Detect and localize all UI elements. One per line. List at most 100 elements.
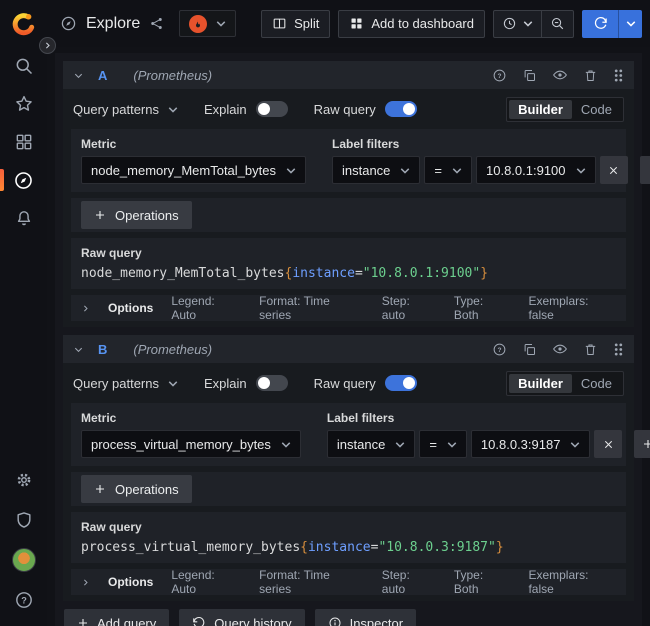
filter-operator-select[interactable]: = <box>424 156 472 184</box>
options-disclosure-chevron[interactable] <box>81 578 90 587</box>
duplicate-query-button[interactable] <box>522 342 537 357</box>
raw-query-section-label: Raw query <box>81 246 616 260</box>
query-patterns-dropdown[interactable]: Query patterns <box>73 102 178 117</box>
query-header-actions: ? <box>492 67 624 83</box>
close-icon <box>603 439 614 450</box>
add-operation-button[interactable]: Operations <box>81 475 192 503</box>
disable-query-button[interactable] <box>552 67 568 83</box>
collapse-chevron-icon[interactable] <box>73 344 84 355</box>
raw-query-toggle[interactable] <box>385 375 417 391</box>
query-row-header[interactable]: B (Prometheus) ? <box>63 335 634 363</box>
query-patterns-label: Query patterns <box>73 102 159 117</box>
query-editor-container: A (Prometheus) ? <box>55 53 642 626</box>
options-collapsed-row[interactable]: Options Legend: Auto Format: Time series… <box>71 295 626 321</box>
sidebar-expand-button[interactable] <box>39 37 56 54</box>
metric-builder-section: Metric node_memory_MemTotal_bytes Label … <box>71 129 626 192</box>
remove-filter-button[interactable] <box>594 430 622 458</box>
inspector-button[interactable]: Inspector <box>315 609 416 626</box>
share-shortlink-button[interactable] <box>149 16 164 31</box>
add-query-label: Add query <box>97 616 156 626</box>
builder-mode-button[interactable]: Builder <box>509 374 572 393</box>
duplicate-query-button[interactable] <box>522 68 537 83</box>
filter-key-select[interactable]: instance <box>332 156 420 184</box>
page-title: Explore <box>86 15 140 33</box>
code-mode-button[interactable]: Code <box>572 100 621 119</box>
sidebar-item-dashboards[interactable] <box>0 123 47 161</box>
add-query-button[interactable]: Add query <box>64 609 169 626</box>
code-metric: process_virtual_memory_bytes <box>81 540 300 555</box>
zoom-out-time-button[interactable] <box>541 11 573 37</box>
filter-operator-value: = <box>434 163 442 178</box>
sidebar-item-search[interactable] <box>0 47 47 85</box>
query-help-button[interactable]: ? <box>492 342 507 357</box>
sidebar-item-starred[interactable] <box>0 85 47 123</box>
svg-text:?: ? <box>498 346 502 353</box>
drag-handle[interactable] <box>613 342 624 357</box>
sync-icon <box>593 16 608 31</box>
run-query-button[interactable] <box>582 10 618 38</box>
code-metric: node_memory_MemTotal_bytes <box>81 266 285 281</box>
filter-value-select[interactable]: 10.8.0.3:9187 <box>471 430 591 458</box>
explain-toggle[interactable] <box>256 375 288 391</box>
add-to-dashboard-button[interactable]: Add to dashboard <box>338 10 485 38</box>
question-circle-icon: ? <box>492 68 507 83</box>
options-exemplars: Exemplars: false <box>528 294 616 322</box>
split-button[interactable]: Split <box>261 10 330 38</box>
label-filters-label: Label filters <box>332 137 650 151</box>
datasource-picker[interactable] <box>179 10 236 37</box>
options-type: Type: Both <box>454 294 511 322</box>
query-patterns-dropdown[interactable]: Query patterns <box>73 376 178 391</box>
filter-operator-value: = <box>429 437 437 452</box>
time-picker-button[interactable] <box>494 11 541 37</box>
operations-section: Operations <box>71 198 626 232</box>
remove-query-button[interactable] <box>583 68 598 83</box>
close-icon <box>608 165 619 176</box>
code-mode-button[interactable]: Code <box>572 374 621 393</box>
code-close-brace: } <box>480 266 488 281</box>
query-header-actions: ? <box>492 341 624 357</box>
filter-operator-select[interactable]: = <box>419 430 467 458</box>
metric-select-value: process_virtual_memory_bytes <box>91 437 271 452</box>
query-editor-toolbar: Query patterns Explain Raw query <box>73 96 624 122</box>
query-help-button[interactable]: ? <box>492 68 507 83</box>
chevron-down-icon <box>452 167 462 174</box>
query-history-label: Query history <box>214 616 291 626</box>
filter-value-select[interactable]: 10.8.0.1:9100 <box>476 156 596 184</box>
options-disclosure-chevron[interactable] <box>81 304 90 313</box>
sidebar-item-alerting[interactable] <box>0 199 47 237</box>
filter-value-value: 10.8.0.1:9100 <box>486 163 566 178</box>
collapse-chevron-icon[interactable] <box>73 70 84 81</box>
options-type: Type: Both <box>454 568 511 596</box>
explain-toggle[interactable] <box>256 101 288 117</box>
copy-icon <box>522 68 537 83</box>
remove-filter-button[interactable] <box>600 156 628 184</box>
sidebar-item-server-admin[interactable] <box>0 500 47 540</box>
add-filter-button[interactable] <box>634 430 650 458</box>
metric-select[interactable]: node_memory_MemTotal_bytes <box>81 156 306 184</box>
remove-query-button[interactable] <box>583 342 598 357</box>
operations-section: Operations <box>71 472 626 506</box>
run-query-interval-button[interactable] <box>618 10 642 38</box>
sidebar-item-configuration[interactable] <box>0 460 47 500</box>
label-filter-row: instance = 10.8.0.1:9100 <box>332 156 650 184</box>
sidebar-item-explore[interactable] <box>0 161 47 199</box>
add-filter-button[interactable] <box>640 156 650 184</box>
search-minus-icon <box>550 16 565 31</box>
drag-handle[interactable] <box>613 68 624 83</box>
builder-mode-button[interactable]: Builder <box>509 100 572 119</box>
filter-key-select[interactable]: instance <box>327 430 415 458</box>
question-circle-icon: ? <box>492 342 507 357</box>
metric-select[interactable]: process_virtual_memory_bytes <box>81 430 301 458</box>
clock-icon <box>502 16 517 31</box>
sidebar-item-help[interactable]: ? <box>0 580 47 620</box>
plus-icon <box>94 483 106 495</box>
query-history-button[interactable]: Query history <box>179 609 304 626</box>
options-collapsed-row[interactable]: Options Legend: Auto Format: Time series… <box>71 569 626 595</box>
query-row-header[interactable]: A (Prometheus) ? <box>63 61 634 89</box>
split-label: Split <box>294 16 319 31</box>
disable-query-button[interactable] <box>552 341 568 357</box>
add-operation-button[interactable]: Operations <box>81 201 192 229</box>
raw-query-toggle[interactable] <box>385 101 417 117</box>
toolbar-actions: Split Add to dashboard <box>261 10 642 38</box>
sidebar-item-profile[interactable] <box>0 540 47 580</box>
